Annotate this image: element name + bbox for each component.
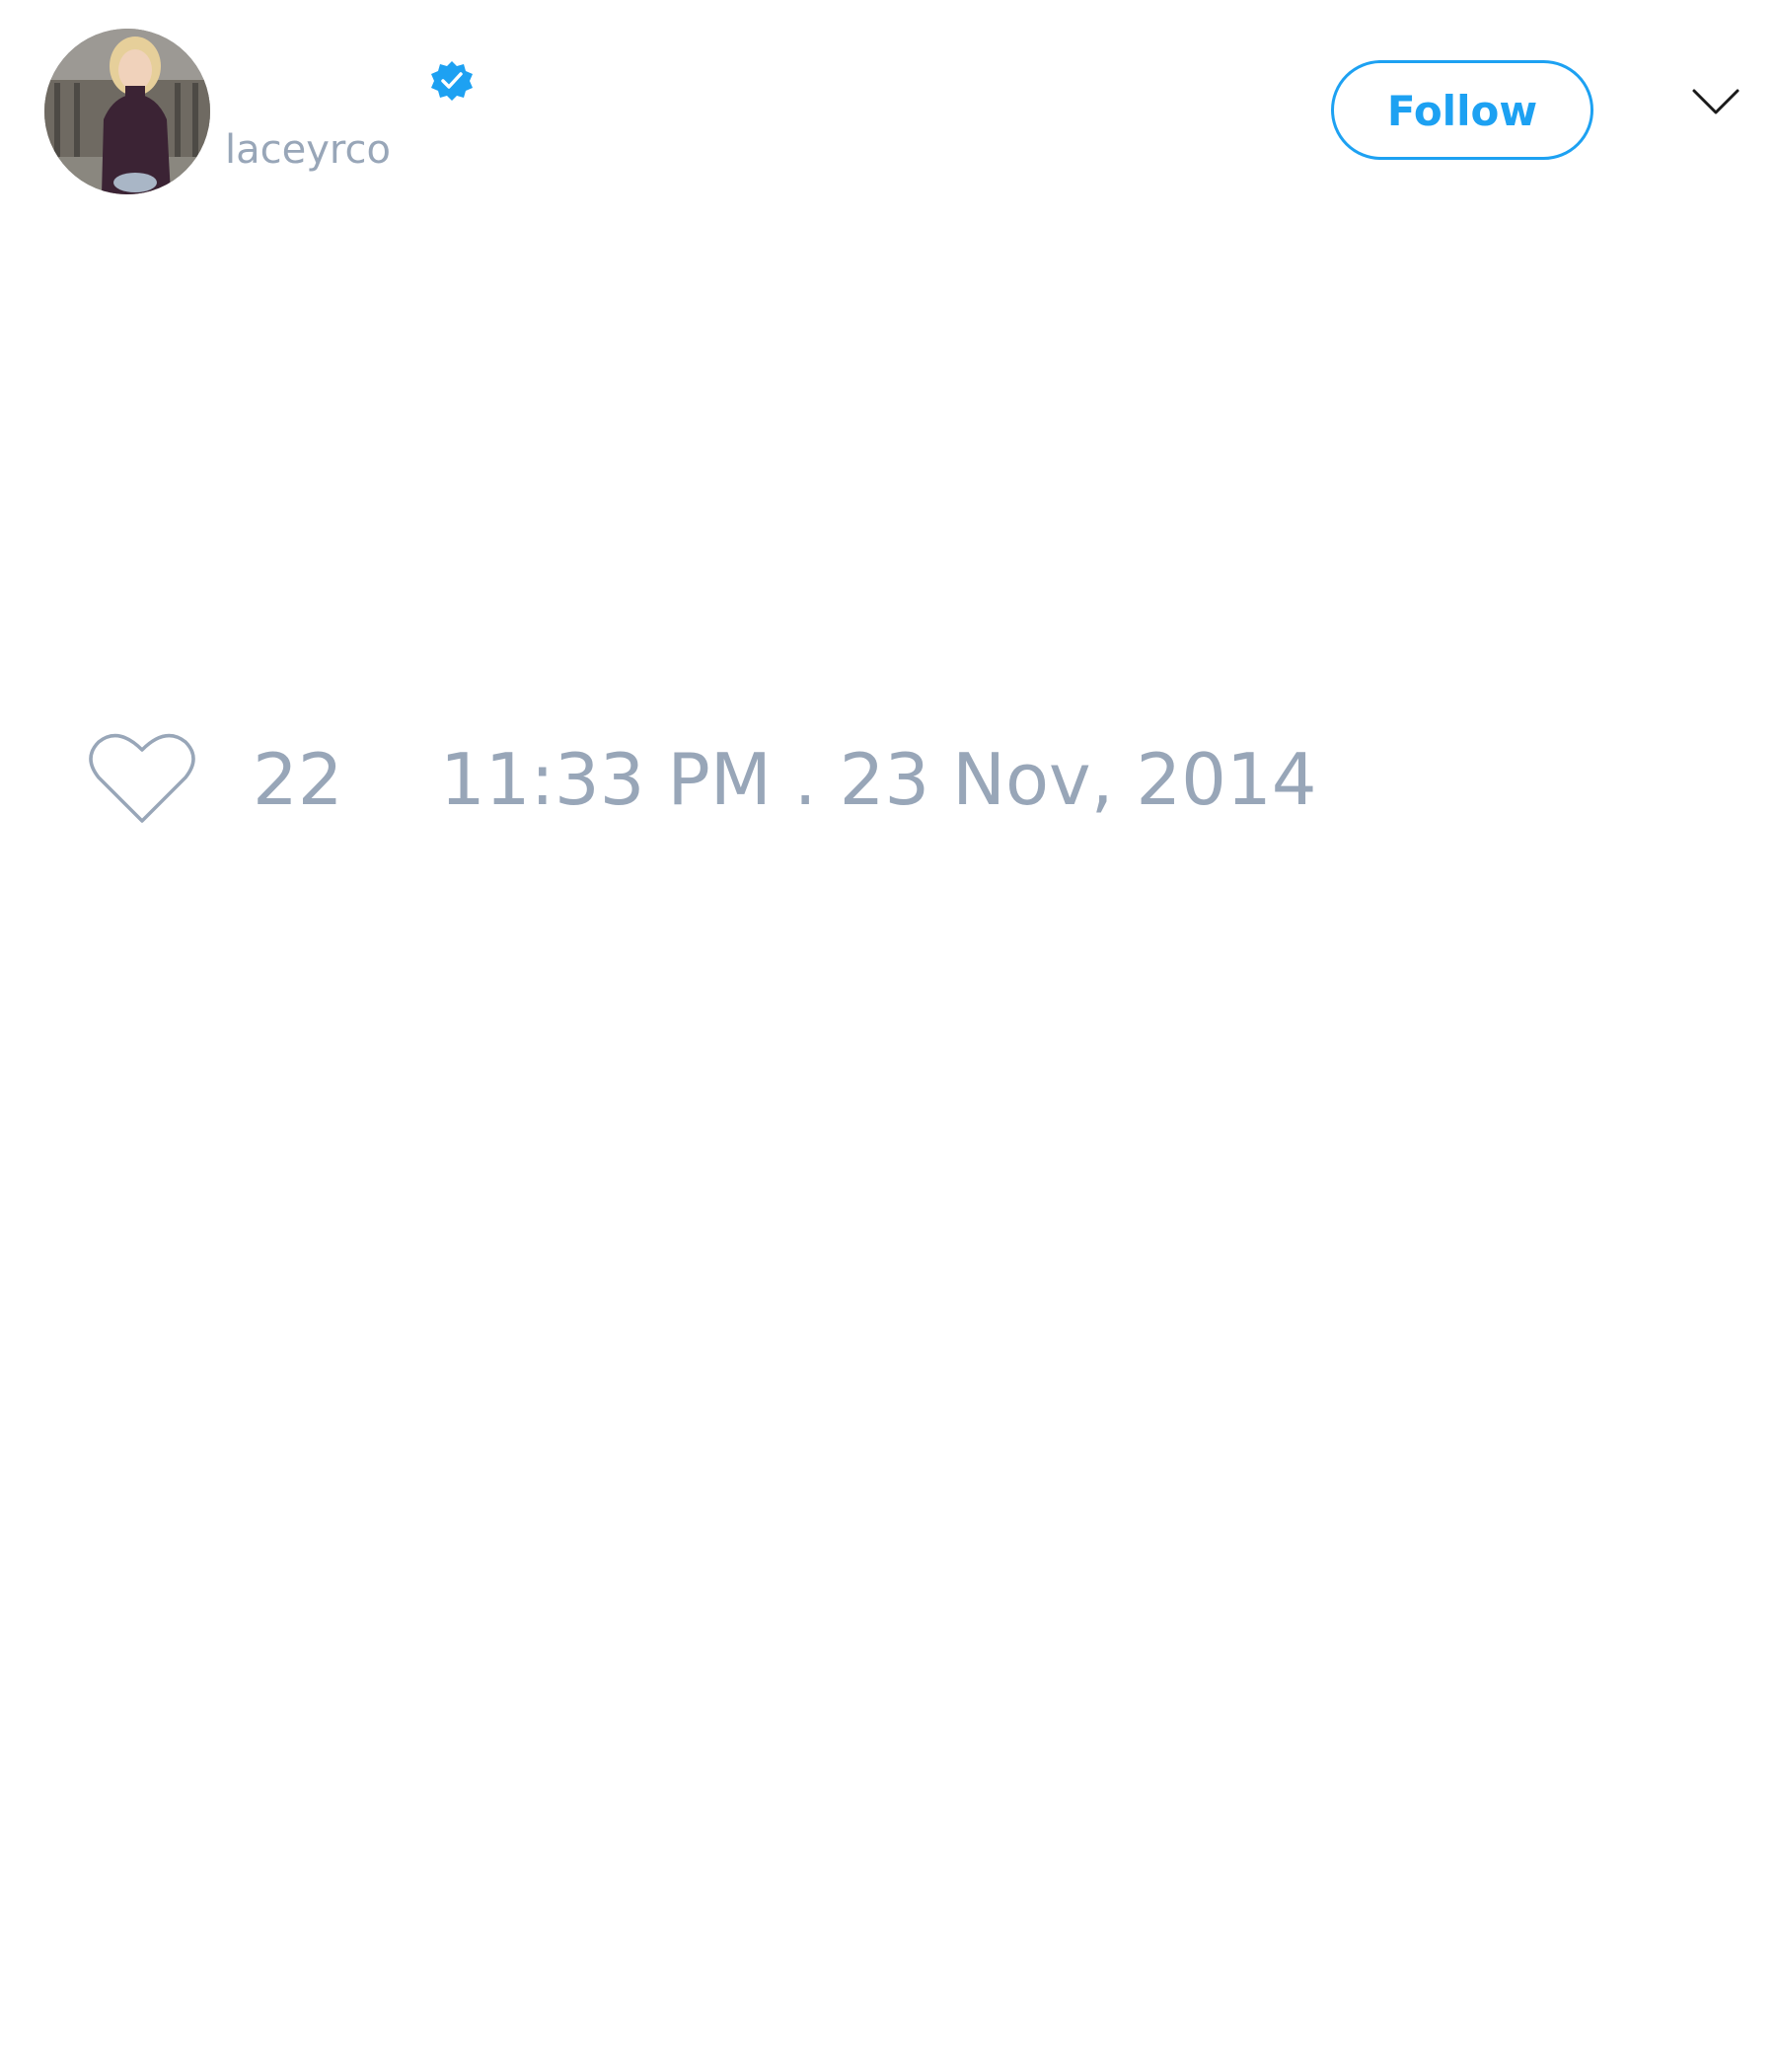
avatar-photo <box>44 29 210 194</box>
follow-button[interactable]: Follow <box>1331 60 1593 160</box>
tweet-timestamp[interactable]: 11:33 PM . 23 Nov, 2014 <box>440 730 1317 829</box>
tweet-footer: 22 11:33 PM . 23 Nov, 2014 <box>0 720 1776 839</box>
tweet-header: laceyrco Follow <box>0 0 1776 227</box>
heart-outline-icon[interactable] <box>89 730 195 827</box>
author-handle[interactable]: laceyrco <box>225 126 391 174</box>
author-avatar[interactable] <box>44 29 210 194</box>
like-count: 22 <box>253 738 343 821</box>
verified-badge-icon <box>431 61 473 101</box>
chevron-down-icon[interactable] <box>1691 87 1740 116</box>
